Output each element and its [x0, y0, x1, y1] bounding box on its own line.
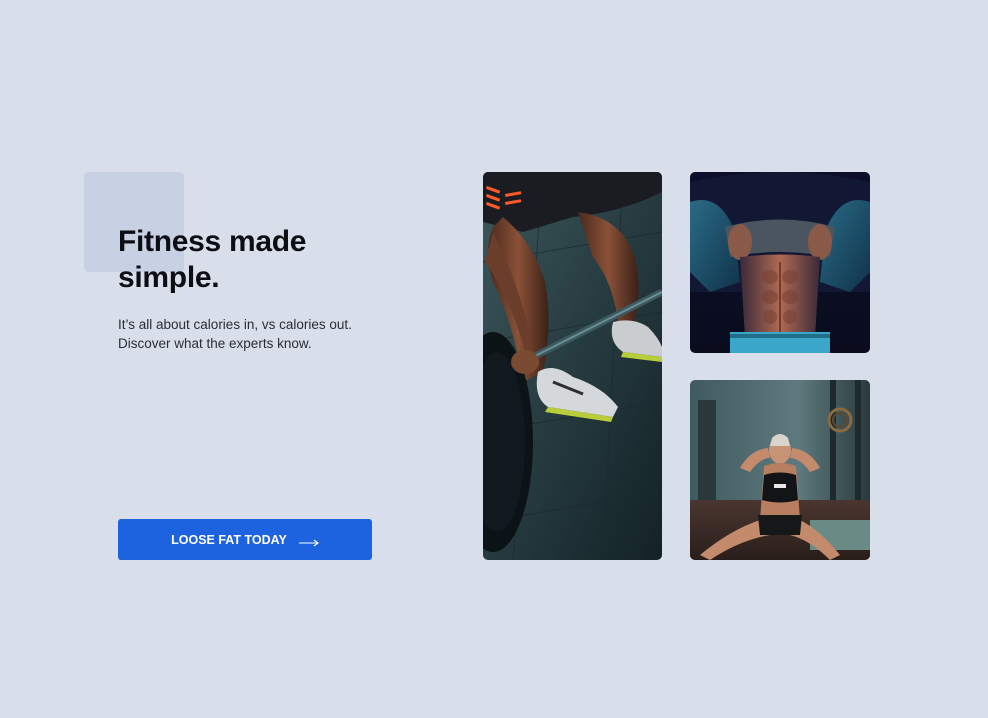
hero-title: Fitness made simple. — [118, 225, 307, 294]
situp-photo — [690, 380, 870, 560]
cta-label: LOOSE FAT TODAY — [171, 532, 287, 547]
abs-photo — [690, 172, 870, 353]
deadlift-photo — [483, 172, 662, 560]
loose-fat-today-button[interactable]: LOOSE FAT TODAY — [118, 519, 372, 560]
arrow-right-icon — [298, 536, 319, 546]
hero-description: It’s all about calories in, vs calories … — [118, 317, 352, 351]
